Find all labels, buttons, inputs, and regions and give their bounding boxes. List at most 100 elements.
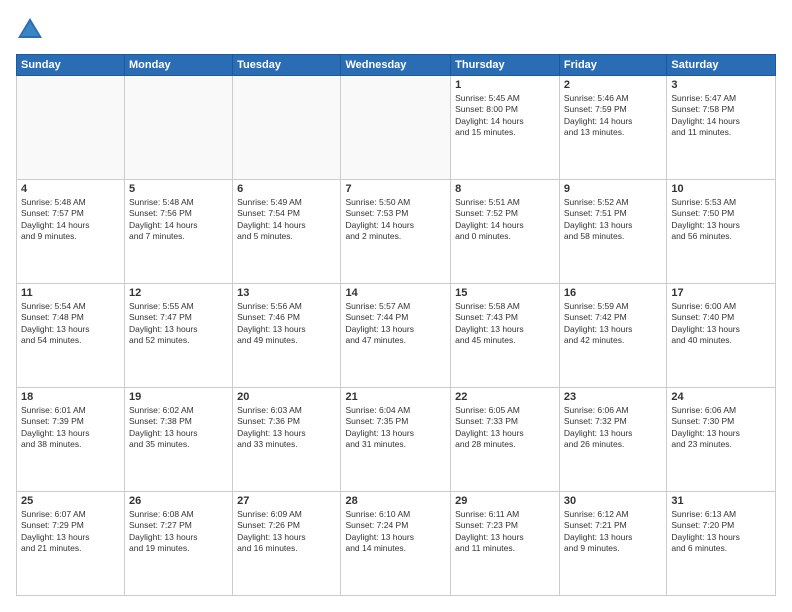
day-cell: 17Sunrise: 6:00 AM Sunset: 7:40 PM Dayli… bbox=[667, 284, 776, 388]
day-info: Sunrise: 5:50 AM Sunset: 7:53 PM Dayligh… bbox=[345, 197, 446, 243]
day-header-saturday: Saturday bbox=[667, 55, 776, 76]
day-info: Sunrise: 6:02 AM Sunset: 7:38 PM Dayligh… bbox=[129, 405, 228, 451]
day-cell: 30 Sunrise: 6:12 AM Sunset: 7:21 PM Dayli… bbox=[559, 492, 666, 596]
day-info: Sunrise: 5:56 AM Sunset: 7:46 PM Dayligh… bbox=[237, 301, 336, 347]
day-cell: 3Sunrise: 5:47 AM Sunset: 7:58 PM Daylig… bbox=[667, 76, 776, 180]
day-number: 8 bbox=[455, 183, 555, 195]
day-number: 27 bbox=[237, 495, 336, 507]
day-cell: 7 Sunrise: 5:50 AM Sunset: 7:53 PM Daylig… bbox=[341, 180, 451, 284]
day-info: Sunrise: 5:52 AM Sunset: 7:51 PM Dayligh… bbox=[564, 197, 662, 243]
day-cell bbox=[17, 76, 125, 180]
day-number: 17 bbox=[671, 287, 771, 299]
day-number: 29 bbox=[455, 495, 555, 507]
day-number: 18 bbox=[21, 391, 120, 403]
day-cell: 21 Sunrise: 6:04 AM Sunset: 7:35 PM Dayli… bbox=[341, 388, 451, 492]
day-cell: 31 Sunrise: 6:13 AM Sunset: 7:20 PM Dayli… bbox=[667, 492, 776, 596]
day-info: Sunrise: 6:03 AM Sunset: 7:36 PM Dayligh… bbox=[237, 405, 336, 451]
day-info: Sunrise: 5:46 AM Sunset: 7:59 PM Dayligh… bbox=[564, 93, 662, 139]
page: SundayMondayTuesdayWednesdayThursdayFrid… bbox=[0, 0, 792, 612]
day-info: Sunrise: 6:05 AM Sunset: 7:33 PM Dayligh… bbox=[455, 405, 555, 451]
day-info: Sunrise: 5:58 AM Sunset: 7:43 PM Dayligh… bbox=[455, 301, 555, 347]
day-number: 25 bbox=[21, 495, 120, 507]
day-number: 2 bbox=[564, 79, 662, 91]
day-info: Sunrise: 6:08 AM Sunset: 7:27 PM Dayligh… bbox=[129, 509, 228, 555]
day-info: Sunrise: 5:48 AM Sunset: 7:57 PM Dayligh… bbox=[21, 197, 120, 243]
day-number: 28 bbox=[345, 495, 446, 507]
day-number: 11 bbox=[21, 287, 120, 299]
day-number: 1 bbox=[455, 79, 555, 91]
day-cell: 24 Sunrise: 6:06 AM Sunset: 7:30 PM Dayli… bbox=[667, 388, 776, 492]
day-number: 4 bbox=[21, 183, 120, 195]
day-number: 19 bbox=[129, 391, 228, 403]
day-cell: 19 Sunrise: 6:02 AM Sunset: 7:38 PM Dayli… bbox=[125, 388, 233, 492]
day-cell: 5 Sunrise: 5:48 AM Sunset: 7:56 PM Daylig… bbox=[125, 180, 233, 284]
day-number: 31 bbox=[671, 495, 771, 507]
day-info: Sunrise: 6:06 AM Sunset: 7:32 PM Dayligh… bbox=[564, 405, 662, 451]
week-row-5: 25 Sunrise: 6:07 AM Sunset: 7:29 PM Dayli… bbox=[17, 492, 776, 596]
day-cell: 2 Sunrise: 5:46 AM Sunset: 7:59 PM Daylig… bbox=[559, 76, 666, 180]
day-info: Sunrise: 6:12 AM Sunset: 7:21 PM Dayligh… bbox=[564, 509, 662, 555]
week-row-2: 4 Sunrise: 5:48 AM Sunset: 7:57 PM Daylig… bbox=[17, 180, 776, 284]
day-number: 13 bbox=[237, 287, 336, 299]
day-header-tuesday: Tuesday bbox=[233, 55, 341, 76]
day-cell: 16Sunrise: 5:59 AM Sunset: 7:42 PM Dayli… bbox=[559, 284, 666, 388]
week-row-3: 11 Sunrise: 5:54 AM Sunset: 7:48 PM Dayli… bbox=[17, 284, 776, 388]
day-cell: 27Sunrise: 6:09 AM Sunset: 7:26 PM Dayli… bbox=[233, 492, 341, 596]
day-number: 10 bbox=[671, 183, 771, 195]
calendar-table: SundayMondayTuesdayWednesdayThursdayFrid… bbox=[16, 54, 776, 596]
day-info: Sunrise: 6:13 AM Sunset: 7:20 PM Dayligh… bbox=[671, 509, 771, 555]
day-info: Sunrise: 5:45 AM Sunset: 8:00 PM Dayligh… bbox=[455, 93, 555, 139]
logo-icon bbox=[16, 16, 44, 44]
week-row-4: 18 Sunrise: 6:01 AM Sunset: 7:39 PM Dayli… bbox=[17, 388, 776, 492]
day-cell bbox=[125, 76, 233, 180]
day-cell bbox=[233, 76, 341, 180]
day-info: Sunrise: 5:47 AM Sunset: 7:58 PM Dayligh… bbox=[671, 93, 771, 139]
day-number: 7 bbox=[345, 183, 446, 195]
day-cell: 15 Sunrise: 5:58 AM Sunset: 7:43 PM Dayli… bbox=[451, 284, 560, 388]
day-number: 9 bbox=[564, 183, 662, 195]
day-cell: 1 Sunrise: 5:45 AM Sunset: 8:00 PM Daylig… bbox=[451, 76, 560, 180]
day-cell: 4 Sunrise: 5:48 AM Sunset: 7:57 PM Daylig… bbox=[17, 180, 125, 284]
day-header-friday: Friday bbox=[559, 55, 666, 76]
day-info: Sunrise: 6:04 AM Sunset: 7:35 PM Dayligh… bbox=[345, 405, 446, 451]
day-number: 30 bbox=[564, 495, 662, 507]
day-number: 21 bbox=[345, 391, 446, 403]
day-number: 6 bbox=[237, 183, 336, 195]
day-number: 24 bbox=[671, 391, 771, 403]
week-row-1: 1 Sunrise: 5:45 AM Sunset: 8:00 PM Daylig… bbox=[17, 76, 776, 180]
day-cell: 22Sunrise: 6:05 AM Sunset: 7:33 PM Dayli… bbox=[451, 388, 560, 492]
day-info: Sunrise: 5:51 AM Sunset: 7:52 PM Dayligh… bbox=[455, 197, 555, 243]
day-cell: 14 Sunrise: 5:57 AM Sunset: 7:44 PM Dayli… bbox=[341, 284, 451, 388]
logo bbox=[16, 16, 48, 44]
day-cell: 26 Sunrise: 6:08 AM Sunset: 7:27 PM Dayli… bbox=[125, 492, 233, 596]
day-number: 14 bbox=[345, 287, 446, 299]
day-cell bbox=[341, 76, 451, 180]
day-cell: 10 Sunrise: 5:53 AM Sunset: 7:50 PM Dayli… bbox=[667, 180, 776, 284]
day-header-sunday: Sunday bbox=[17, 55, 125, 76]
day-cell: 28 Sunrise: 6:10 AM Sunset: 7:24 PM Dayli… bbox=[341, 492, 451, 596]
day-number: 15 bbox=[455, 287, 555, 299]
day-number: 26 bbox=[129, 495, 228, 507]
day-cell: 29 Sunrise: 6:11 AM Sunset: 7:23 PM Dayli… bbox=[451, 492, 560, 596]
day-info: Sunrise: 5:59 AM Sunset: 7:42 PM Dayligh… bbox=[564, 301, 662, 347]
day-info: Sunrise: 6:07 AM Sunset: 7:29 PM Dayligh… bbox=[21, 509, 120, 555]
day-info: Sunrise: 5:53 AM Sunset: 7:50 PM Dayligh… bbox=[671, 197, 771, 243]
day-header-wednesday: Wednesday bbox=[341, 55, 451, 76]
day-cell: 25 Sunrise: 6:07 AM Sunset: 7:29 PM Dayli… bbox=[17, 492, 125, 596]
day-info: Sunrise: 5:57 AM Sunset: 7:44 PM Dayligh… bbox=[345, 301, 446, 347]
day-header-thursday: Thursday bbox=[451, 55, 560, 76]
day-info: Sunrise: 6:11 AM Sunset: 7:23 PM Dayligh… bbox=[455, 509, 555, 555]
day-header-row: SundayMondayTuesdayWednesdayThursdayFrid… bbox=[17, 55, 776, 76]
day-cell: 13 Sunrise: 5:56 AM Sunset: 7:46 PM Dayli… bbox=[233, 284, 341, 388]
day-cell: 18 Sunrise: 6:01 AM Sunset: 7:39 PM Dayli… bbox=[17, 388, 125, 492]
day-cell: 9 Sunrise: 5:52 AM Sunset: 7:51 PM Daylig… bbox=[559, 180, 666, 284]
day-cell: 23Sunrise: 6:06 AM Sunset: 7:32 PM Dayli… bbox=[559, 388, 666, 492]
day-info: Sunrise: 6:01 AM Sunset: 7:39 PM Dayligh… bbox=[21, 405, 120, 451]
header bbox=[16, 16, 776, 44]
day-number: 12 bbox=[129, 287, 228, 299]
day-info: Sunrise: 6:06 AM Sunset: 7:30 PM Dayligh… bbox=[671, 405, 771, 451]
day-number: 5 bbox=[129, 183, 228, 195]
day-info: Sunrise: 5:48 AM Sunset: 7:56 PM Dayligh… bbox=[129, 197, 228, 243]
day-info: Sunrise: 6:10 AM Sunset: 7:24 PM Dayligh… bbox=[345, 509, 446, 555]
day-info: Sunrise: 5:54 AM Sunset: 7:48 PM Dayligh… bbox=[21, 301, 120, 347]
